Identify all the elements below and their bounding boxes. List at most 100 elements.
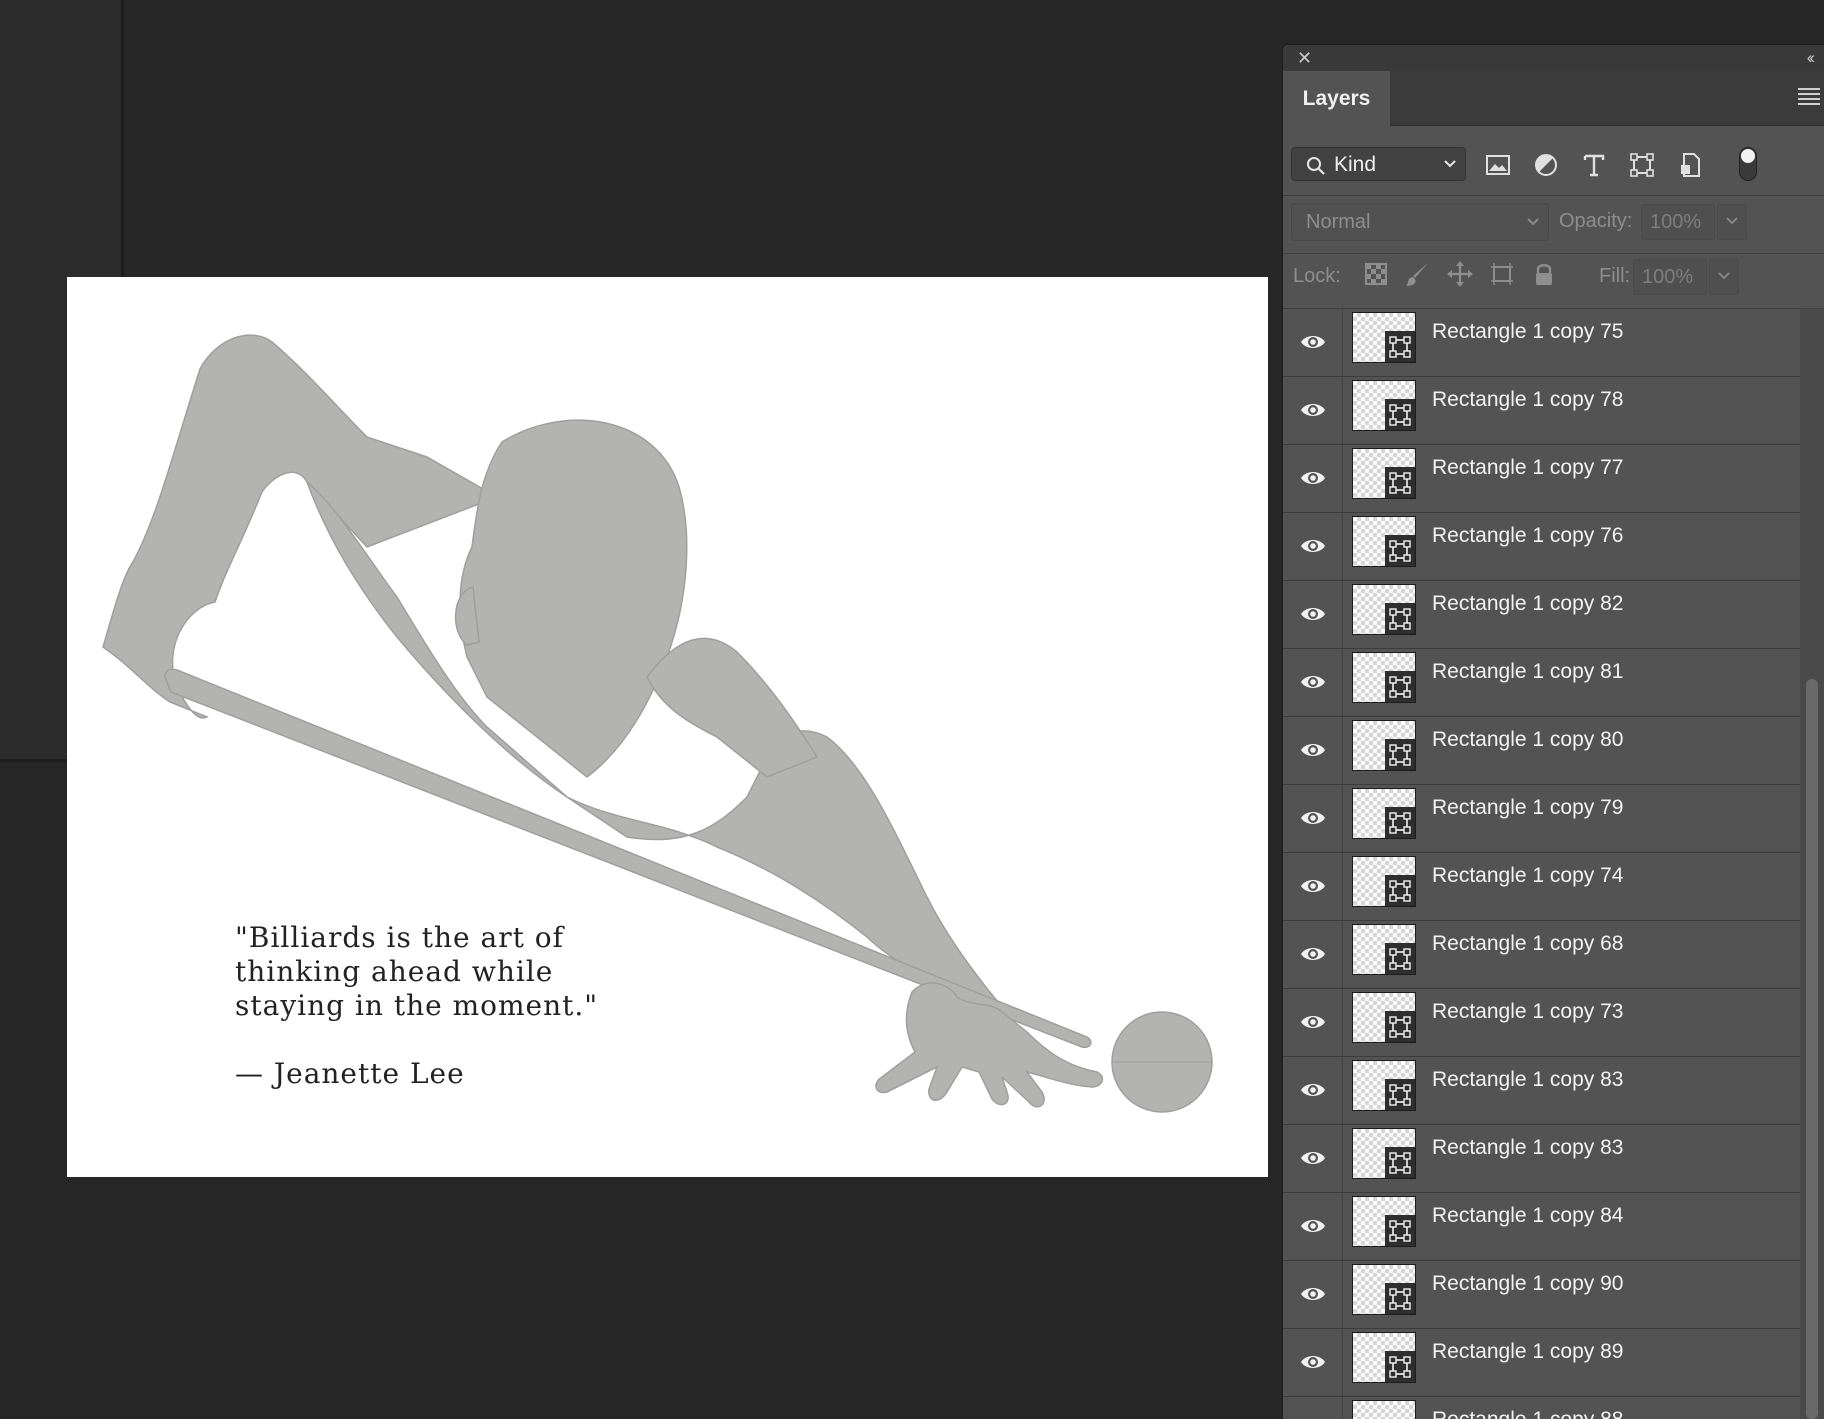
layer-thumbnail[interactable] [1352,1128,1416,1179]
layer-row[interactable]: Rectangle 1 copy 83 [1283,1125,1800,1193]
layer-name[interactable]: Rectangle 1 copy 90 [1432,1272,1623,1296]
tab-layers[interactable]: Layers [1283,71,1390,126]
layer-thumbnail[interactable] [1352,652,1416,703]
visibility-toggle[interactable] [1283,853,1343,920]
adjustment-filter-icon[interactable] [1531,150,1561,180]
layer-row[interactable]: Rectangle 1 copy 83 [1283,1057,1800,1125]
visibility-toggle[interactable] [1283,717,1343,784]
layer-thumbnail[interactable] [1352,1332,1416,1383]
layer-thumbnail[interactable] [1352,584,1416,635]
layer-thumbnail[interactable] [1352,720,1416,771]
layer-row[interactable]: Rectangle 1 copy 82 [1283,581,1800,649]
collapse-icon[interactable]: ‹‹ [1807,48,1816,68]
eye-icon [1301,676,1325,688]
layer-name[interactable]: Rectangle 1 copy 68 [1432,932,1623,956]
blend-mode-select[interactable]: Normal [1291,203,1549,241]
visibility-toggle[interactable] [1283,309,1343,376]
eye-icon [1301,540,1325,552]
layer-name[interactable]: Rectangle 1 copy 80 [1432,728,1623,752]
opacity-dropdown[interactable] [1717,204,1747,240]
visibility-toggle[interactable] [1283,377,1343,444]
layer-thumbnail[interactable] [1352,1060,1416,1111]
close-icon[interactable]: ✕ [1297,49,1312,67]
layer-name[interactable]: Rectangle 1 copy 81 [1432,660,1623,684]
filter-kind-label: Kind [1334,153,1377,176]
lock-position-icon[interactable] [1445,259,1475,289]
layer-thumbnail[interactable] [1352,1400,1416,1419]
fill-field[interactable]: 100% [1633,259,1707,295]
visibility-toggle[interactable] [1283,445,1343,512]
layer-row[interactable]: Rectangle 1 copy 73 [1283,989,1800,1057]
filter-kind-select[interactable]: Kind [1291,147,1466,181]
layer-thumbnail[interactable] [1352,1264,1416,1315]
visibility-toggle[interactable] [1283,785,1343,852]
layer-row[interactable]: Rectangle 1 copy 75 [1283,309,1800,377]
layer-row[interactable]: Rectangle 1 copy 81 [1283,649,1800,717]
layers-list[interactable]: Rectangle 1 copy 75 Rectangle 1 copy 78 Re… [1283,309,1800,1419]
image-filter-icon[interactable] [1483,150,1513,180]
opacity-field[interactable]: 100% [1641,204,1715,240]
layer-thumbnail[interactable] [1352,856,1416,907]
lock-transparent-pixels-icon[interactable] [1361,259,1391,289]
layer-thumbnail[interactable] [1352,312,1416,363]
lock-image-pixels-icon[interactable] [1403,259,1433,289]
layer-row[interactable]: Rectangle 1 copy 84 [1283,1193,1800,1261]
layer-name[interactable]: Rectangle 1 copy 74 [1432,864,1623,888]
layer-thumbnail[interactable] [1352,380,1416,431]
lock-artboard-icon[interactable] [1487,259,1517,289]
layer-name[interactable]: Rectangle 1 copy 78 [1432,388,1623,412]
visibility-toggle[interactable] [1283,581,1343,648]
layer-row[interactable]: Rectangle 1 copy 90 [1283,1261,1800,1329]
layer-row[interactable]: Rectangle 1 copy 79 [1283,785,1800,853]
layer-name[interactable]: Rectangle 1 copy 88 [1432,1408,1623,1419]
layer-name[interactable]: Rectangle 1 copy 73 [1432,1000,1623,1024]
layer-thumbnail[interactable] [1352,516,1416,567]
layer-thumbnail[interactable] [1352,788,1416,839]
quote-text: "Billiards is the art of thinking ahead … [235,921,598,1091]
layer-row[interactable]: Rectangle 1 copy 68 [1283,921,1800,989]
layer-thumbnail[interactable] [1352,924,1416,975]
panel-tab-bar: Layers [1283,71,1824,126]
visibility-toggle[interactable] [1283,1193,1343,1260]
layer-name[interactable]: Rectangle 1 copy 75 [1432,320,1623,344]
layer-row[interactable]: Rectangle 1 copy 89 [1283,1329,1800,1397]
layer-row[interactable]: Rectangle 1 copy 80 [1283,717,1800,785]
layer-thumbnail[interactable] [1352,992,1416,1043]
layer-name[interactable]: Rectangle 1 copy 77 [1432,456,1623,480]
scrollbar-thumb[interactable] [1806,679,1818,1419]
visibility-toggle[interactable] [1283,649,1343,716]
visibility-toggle[interactable] [1283,921,1343,988]
filter-toggle-switch[interactable] [1739,147,1757,181]
layer-name[interactable]: Rectangle 1 copy 82 [1432,592,1623,616]
type-filter-icon[interactable] [1579,150,1609,180]
layer-thumbnail[interactable] [1352,1196,1416,1247]
lock-all-icon[interactable] [1529,259,1559,289]
layer-row[interactable]: Rectangle 1 copy 78 [1283,377,1800,445]
layer-name[interactable]: Rectangle 1 copy 79 [1432,796,1623,820]
layer-name[interactable]: Rectangle 1 copy 76 [1432,524,1623,548]
layer-name[interactable]: Rectangle 1 copy 83 [1432,1136,1623,1160]
fill-dropdown[interactable] [1709,259,1739,295]
layer-row[interactable]: Rectangle 1 copy 74 [1283,853,1800,921]
smart-object-filter-icon[interactable] [1675,150,1705,180]
layer-thumbnail[interactable] [1352,448,1416,499]
visibility-toggle[interactable] [1283,1261,1343,1328]
layer-name[interactable]: Rectangle 1 copy 84 [1432,1204,1623,1228]
visibility-toggle[interactable] [1283,989,1343,1056]
document-canvas[interactable]: "Billiards is the art of thinking ahead … [67,277,1268,1177]
panel-menu-icon[interactable] [1798,85,1820,107]
visibility-toggle[interactable] [1283,1125,1343,1192]
visibility-toggle[interactable] [1283,1057,1343,1124]
layer-name[interactable]: Rectangle 1 copy 89 [1432,1340,1623,1364]
layer-row[interactable]: Rectangle 1 copy 76 [1283,513,1800,581]
visibility-toggle[interactable] [1283,513,1343,580]
divider [1283,253,1824,254]
visibility-toggle[interactable] [1283,1397,1343,1419]
layer-row[interactable]: Rectangle 1 copy 88 [1283,1397,1800,1419]
visibility-toggle[interactable] [1283,1329,1343,1396]
shape-filter-icon[interactable] [1627,150,1657,180]
shape-layer-icon [1385,1011,1415,1042]
layer-row[interactable]: Rectangle 1 copy 77 [1283,445,1800,513]
layers-scrollbar[interactable] [1800,309,1824,1419]
layer-name[interactable]: Rectangle 1 copy 83 [1432,1068,1623,1092]
